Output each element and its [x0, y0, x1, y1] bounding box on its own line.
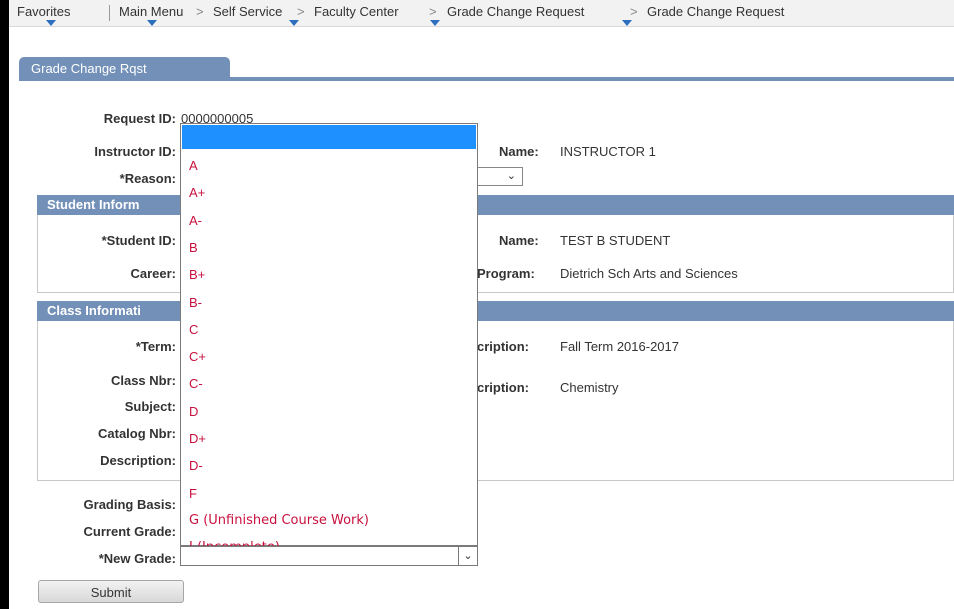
nav-grade-change-request[interactable]: Grade Change Request — [447, 4, 584, 19]
faculty-center-dropdown-icon[interactable] — [430, 20, 440, 26]
class-section-header: Class Informati — [37, 301, 954, 321]
dropdown-option[interactable]: C+ — [189, 349, 206, 364]
dropdown-option[interactable]: B+ — [189, 267, 205, 282]
grade-change-dropdown-icon[interactable] — [622, 20, 632, 26]
new-grade-dropdown-list[interactable]: A A+ A- B B+ B- C C+ C- D D+ D- F G (Unfinished Cours… — [180, 123, 478, 555]
student-section-header: Student Inform — [37, 195, 954, 215]
submit-button[interactable]: Submit — [38, 580, 184, 603]
term-description-label: cription: — [477, 339, 529, 354]
chevron-down-icon[interactable]: ⌄ — [507, 169, 516, 182]
breadcrumb-separator: > — [429, 4, 437, 19]
dropdown-option[interactable]: A+ — [189, 185, 205, 200]
request-id-label: Request ID: — [103, 111, 176, 126]
new-grade-select[interactable]: ⌄ — [180, 546, 478, 566]
tab-underline — [230, 77, 954, 81]
instructor-name-label: Name: — [499, 144, 539, 159]
dropdown-option[interactable]: C — [189, 322, 198, 337]
dropdown-option[interactable]: D- — [189, 458, 203, 473]
class-description-label: cription: — [477, 380, 529, 395]
current-grade-label: Current Grade: — [83, 524, 176, 539]
term-label: *Term: — [135, 339, 176, 354]
instructor-id-label: Instructor ID: — [94, 144, 176, 159]
chevron-down-icon[interactable]: ⌄ — [458, 547, 477, 565]
page: Favorites Main Menu > Self Service > Fac… — [9, 0, 954, 609]
student-id-label: *Student ID: — [101, 233, 176, 248]
dropdown-option[interactable]: F — [189, 486, 197, 501]
grading-basis-label: Grading Basis: — [83, 497, 176, 512]
nav-self-service[interactable]: Self Service — [213, 4, 282, 19]
breadcrumb-nav: Favorites Main Menu > Self Service > Fac… — [9, 0, 954, 27]
favorites-dropdown-icon[interactable] — [46, 20, 56, 26]
breadcrumb-separator: > — [630, 4, 638, 19]
dropdown-option[interactable]: G (Unfinished Course Work) — [189, 513, 369, 528]
tab-grade-change-rqst[interactable]: Grade Change Rqst — [19, 57, 230, 81]
dropdown-option[interactable]: D — [189, 404, 198, 419]
catalog-nbr-label: Catalog Nbr: — [98, 426, 176, 441]
reason-label: *Reason: — [119, 171, 176, 186]
dropdown-option[interactable]: B- — [189, 295, 202, 310]
dropdown-option[interactable]: D+ — [189, 431, 206, 446]
nav-divider — [109, 5, 110, 21]
dropdown-option[interactable]: C- — [189, 376, 203, 391]
student-name-label: Name: — [499, 233, 539, 248]
career-label: Career: — [130, 266, 176, 281]
main-menu-dropdown-icon[interactable] — [147, 20, 157, 26]
nav-main-menu[interactable]: Main Menu — [119, 4, 183, 19]
breadcrumb-separator: > — [297, 4, 305, 19]
student-section — [37, 215, 954, 293]
dropdown-option[interactable]: B — [189, 240, 198, 255]
nav-faculty-center[interactable]: Faculty Center — [314, 4, 399, 19]
breadcrumb-separator: > — [196, 4, 204, 19]
class-description-value: Chemistry — [560, 380, 619, 395]
reason-select[interactable]: ⌄ — [477, 167, 523, 186]
program-value: Dietrich Sch Arts and Sciences — [560, 266, 738, 281]
class-nbr-label: Class Nbr: — [110, 373, 176, 388]
description-label: Description: — [100, 453, 176, 468]
nav-grade-change-request-current[interactable]: Grade Change Request — [647, 4, 784, 19]
program-label: Program: — [477, 266, 535, 281]
nav-favorites[interactable]: Favorites — [17, 4, 70, 19]
dropdown-highlighted-option[interactable] — [182, 125, 476, 149]
dropdown-option[interactable]: A- — [189, 213, 202, 228]
dropdown-option[interactable]: A — [189, 158, 198, 173]
instructor-name-value: INSTRUCTOR 1 — [560, 144, 656, 159]
new-grade-label: *New Grade: — [98, 551, 176, 566]
student-name-value: TEST B STUDENT — [560, 233, 671, 248]
subject-label: Subject: — [124, 399, 176, 414]
term-description-value: Fall Term 2016-2017 — [560, 339, 679, 354]
self-service-dropdown-icon[interactable] — [289, 20, 299, 26]
